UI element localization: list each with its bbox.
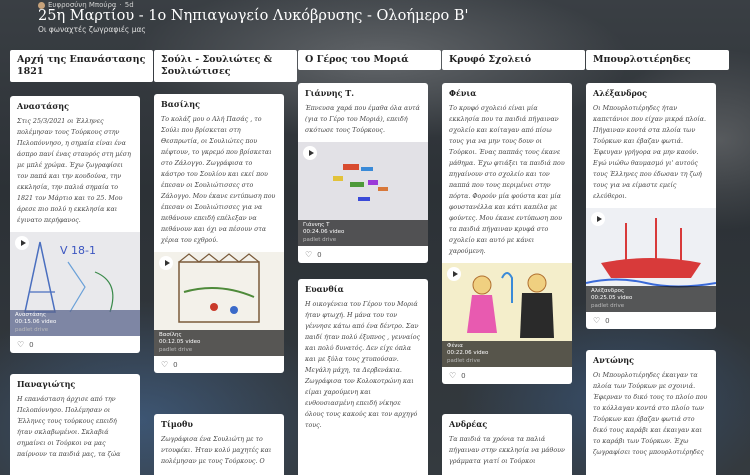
post-body: Το κολάζ μου ο Αλή Πασάς , το Σούλι που … <box>161 116 276 245</box>
video-attachment[interactable]: Γιάννης Τ 00:24.06 video padlet drive <box>298 142 428 247</box>
video-attachment[interactable]: Βασίλης 00:12.05 video padlet drive <box>154 252 284 357</box>
video-meta: 00:15.06 video <box>15 319 57 326</box>
post-title: Γιάννης Τ. <box>305 88 355 98</box>
post-body: Οι Μπουρλοτιέρηδες ήταν καπετάνιοι που ε… <box>593 105 706 201</box>
video-meta: 00:24.06 video <box>303 229 345 236</box>
post-card[interactable]: Παναγιώτης Η επανάσταση άρχισε από την Π… <box>10 374 140 475</box>
post-body: Η οικογένεια του Γέρου του Μοριά ήταν φτ… <box>305 301 421 430</box>
like-row: ♡ 0 <box>586 312 716 329</box>
like-count: 0 <box>461 371 466 380</box>
post-title: Αλέξανδρος <box>593 88 647 98</box>
heart-icon[interactable]: ♡ <box>305 250 312 259</box>
like-row: ♡ 0 <box>154 356 284 373</box>
like-count: 0 <box>29 340 34 349</box>
post-title: Φένια <box>449 88 477 98</box>
video-name: Αναστάσης <box>15 311 47 318</box>
post-title: Παναγιώτης <box>17 379 76 389</box>
video-source: padlet drive <box>15 326 49 333</box>
post-body: Στις 25/3/2021 οι Έλληνες πολέμησαν τους… <box>17 118 131 225</box>
video-source: padlet drive <box>447 357 481 364</box>
board-title: 25η Μαρτίου - 1ο Νηπιαγωγείο Λυκόβρυσης … <box>38 8 469 24</box>
like-row: ♡ 0 <box>442 367 572 384</box>
video-info: Αναστάσης 00:15.06 video padlet drive <box>10 309 140 337</box>
post-title: Αναστάσης <box>17 101 69 111</box>
heart-icon[interactable]: ♡ <box>593 316 600 325</box>
video-source: padlet drive <box>159 346 193 353</box>
video-info: Αλέξανδρος 00:25.05 video padlet drive <box>586 285 716 313</box>
post-card[interactable]: Αντώνης Οι Μπουρλοτιέρηδες έκαιγαν τα πλ… <box>586 350 716 475</box>
column-bourlotieridez: Μπουρλοτιέρηδες <box>586 50 729 70</box>
post-body: Το κρυφό σχολειό είναι μία εκκλησία που … <box>449 105 565 256</box>
board-subtitle: Οι φωναχτές ζωγραφιές μας <box>38 25 146 34</box>
video-name: Βασίλης <box>159 331 182 338</box>
column-title[interactable]: Ο Γέρος του Μοριά <box>298 50 441 70</box>
like-row: ♡ 0 <box>298 246 428 263</box>
video-name: Αλέξανδρος <box>591 287 625 294</box>
post-body: Ζωγράφισα ένα Σουλιώτη με το ντουφέκι. Ή… <box>161 436 272 466</box>
post-body: Τα παιδιά τα χρόνια τα παλιά πήγαιναν στ… <box>449 436 565 466</box>
video-meta: 00:22.06 video <box>447 350 489 357</box>
like-count: 0 <box>173 360 178 369</box>
like-count: 0 <box>317 250 322 259</box>
post-body: Έπνευσα χαρά που έμαθα όλα αυτά (για το … <box>305 105 420 135</box>
video-info: Φένια 00:22.06 video padlet drive <box>442 340 572 368</box>
post-card[interactable]: Τίμοθυ Ζωγράφισα ένα Σουλιώτη με το ντου… <box>154 414 284 475</box>
video-attachment[interactable]: Φένια 00:22.06 video padlet drive <box>442 263 572 368</box>
post-card[interactable]: Ευανθία Η οικογένεια του Γέρου του Μοριά… <box>298 279 428 475</box>
post-card[interactable]: Φένια Το κρυφό σχολειό είναι μία εκκλησί… <box>442 83 572 385</box>
column-title[interactable]: Σούλι - Σουλιώτες & Σουλιώτισες <box>154 50 297 82</box>
column-souli: Σούλι - Σουλιώτες & Σουλιώτισες <box>154 50 297 82</box>
video-info: Βασίλης 00:12.05 video padlet drive <box>154 329 284 357</box>
post-title: Βασίλης <box>161 99 200 109</box>
video-attachment[interactable]: V 18-1 Αναστάσης 00:15.06 video padlet d… <box>10 232 140 337</box>
video-source: padlet drive <box>303 236 337 243</box>
post-card[interactable]: Αναστάσης Στις 25/3/2021 οι Έλληνες πολέ… <box>10 96 140 354</box>
post-title: Αντώνης <box>593 355 634 365</box>
heart-icon[interactable]: ♡ <box>17 340 24 349</box>
heart-icon[interactable]: ♡ <box>161 360 168 369</box>
post-title: Ευανθία <box>305 284 344 294</box>
column-title[interactable]: Αρχή της Επανάστασης 1821 <box>10 50 153 82</box>
column-arxi: Αρχή της Επανάστασης 1821 <box>10 50 153 82</box>
post-card[interactable]: Ανδρέας Τα παιδιά τα χρόνια τα παλιά πήγ… <box>442 414 572 475</box>
video-name: Φένια <box>447 342 463 349</box>
column-title[interactable]: Μπουρλοτιέρηδες <box>586 50 729 70</box>
video-meta: 00:25.05 video <box>591 295 633 302</box>
heart-icon[interactable]: ♡ <box>449 371 456 380</box>
board-header: Ευφροσύνη Μπούρα · 5d 25η Μαρτίου - 1ο Ν… <box>0 0 750 40</box>
like-row: ♡ 0 <box>10 336 140 353</box>
column-title[interactable]: Κρυφό Σχολειό <box>442 50 585 70</box>
video-info: Γιάννης Τ 00:24.06 video padlet drive <box>298 219 428 247</box>
post-card[interactable]: Αλέξανδρος Οι Μπουρλοτιέρηδες ήταν καπετ… <box>586 83 716 330</box>
video-attachment[interactable]: Αλέξανδρος 00:25.05 video padlet drive <box>586 208 716 313</box>
post-card[interactable]: Βασίλης Το κολάζ μου ο Αλή Πασάς , το Σο… <box>154 94 284 374</box>
video-meta: 00:12.05 video <box>159 339 201 346</box>
svg-text:V 18-1: V 18-1 <box>60 244 96 257</box>
post-title: Τίμοθυ <box>161 419 193 429</box>
post-title: Ανδρέας <box>449 419 488 429</box>
post-card[interactable]: Γιάννης Τ. Έπνευσα χαρά που έμαθα όλα αυ… <box>298 83 428 264</box>
column-kryfo: Κρυφό Σχολειό <box>442 50 585 70</box>
post-body: Οι Μπουρλοτιέρηδες έκαιγαν τα πλοία των … <box>593 372 708 457</box>
column-geros: Ο Γέρος του Μοριά <box>298 50 441 70</box>
play-icon[interactable] <box>303 146 317 161</box>
post-body: Η επανάσταση άρχισε από την Πελοπόννησο.… <box>17 396 121 459</box>
video-source: padlet drive <box>591 302 625 309</box>
like-count: 0 <box>605 316 610 325</box>
video-name: Γιάννης Τ <box>303 221 330 228</box>
